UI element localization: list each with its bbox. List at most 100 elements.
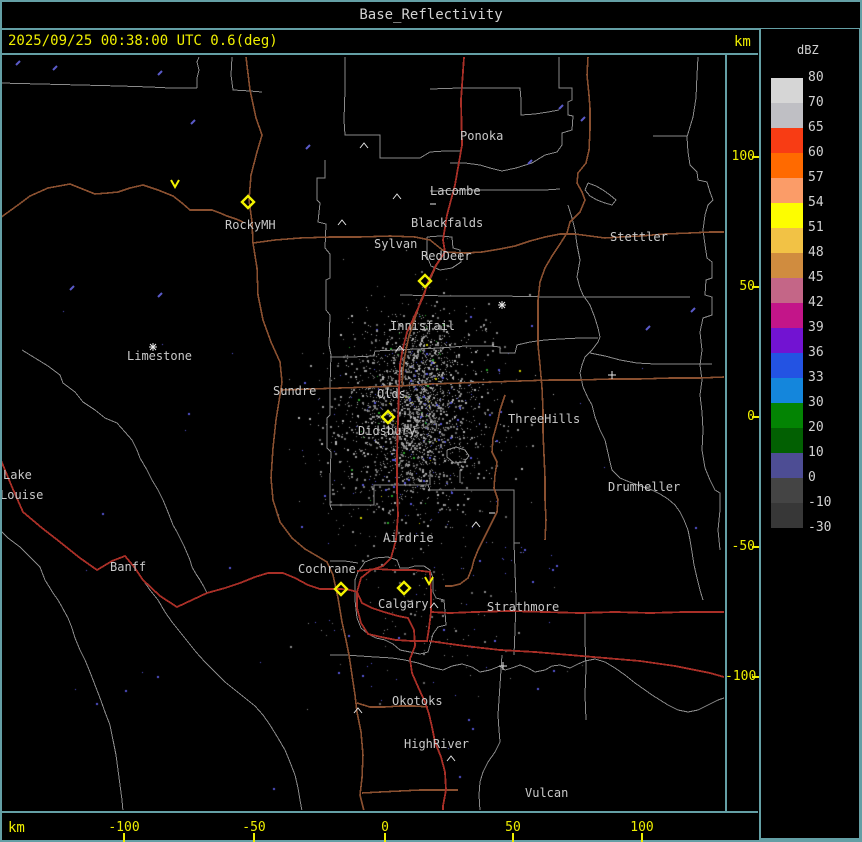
colorbar-label: 39 [808, 320, 824, 335]
colorbar-label: 42 [808, 295, 824, 310]
colorbar-title: dBZ [797, 43, 819, 57]
right-axis-tick-label: -100 [725, 669, 757, 684]
graticule-mark [157, 292, 163, 298]
colorbar-label: -10 [808, 495, 832, 510]
right-axis-tick-label: -50 [731, 539, 755, 554]
bottom-axis-tick [384, 833, 386, 842]
secondary-road-line [444, 231, 724, 254]
bottom-axis-tick [123, 833, 125, 842]
county-boundary-line [513, 542, 517, 656]
colorbar-block [771, 103, 803, 128]
graticule-mark [645, 325, 651, 331]
city-label-rockymh: RockyMH [225, 218, 276, 232]
city-label-sylvan: Sylvan [374, 237, 417, 251]
county-boundary-line [343, 57, 460, 159]
colorbar-block [771, 378, 803, 403]
colorbar-label: -30 [808, 520, 832, 535]
city-label-lacombe: Lacombe [430, 184, 481, 198]
city-label-ponoka: Ponoka [460, 129, 503, 143]
colorbar-block [771, 453, 803, 478]
wind-vee-marker [424, 576, 434, 587]
bottom-axis-unit-label: km [8, 820, 25, 836]
map-overlay: Ponoka Lacombe Blackfalds Sylvan RedDeer Stet… [2, 56, 724, 810]
colorbar-label: 0 [808, 470, 816, 485]
colorbar-block [771, 428, 803, 453]
timestamp-label: 2025/09/25 00:38:00 UTC 0.6(deg) [8, 33, 278, 49]
radar-site-diamond-marker[interactable] [380, 409, 396, 425]
city-label-airdrie: Airdrie [383, 531, 434, 545]
right-axis-tick-label: 50 [739, 279, 755, 294]
city-label-innisfail: Innisfail [390, 319, 455, 333]
right-axis-unit-label: km [734, 34, 751, 50]
secondary-road-line [2, 183, 244, 223]
city-label-olds: Olds [377, 387, 406, 401]
colorbar-label: 54 [808, 195, 824, 210]
highway-road-line [2, 460, 358, 609]
bottom-axis-tick [253, 833, 255, 842]
county-boundary-line [330, 654, 393, 659]
graticule-mark [690, 307, 696, 313]
colorbar-label: 30 [808, 395, 824, 410]
town-peak-marker [392, 193, 402, 200]
town-peak-marker [353, 707, 363, 714]
town-peak-marker [446, 755, 456, 762]
county-boundary-line [2, 82, 197, 89]
city-label-cochrane: Cochrane [298, 562, 356, 576]
graticule-mark [305, 144, 311, 150]
radar-site-diamond-marker[interactable] [240, 194, 256, 210]
colorbar-block [771, 228, 803, 253]
colorbar-label: 20 [808, 420, 824, 435]
radar-site-diamond-marker[interactable] [396, 580, 412, 596]
secondary-road-line [245, 56, 365, 810]
colorbar-block [771, 303, 803, 328]
county-boundary-line [589, 352, 712, 365]
city-label-vulcan: Vulcan [525, 786, 568, 800]
city-label-louise: Louise [2, 488, 43, 502]
city-label-didsbury: Didsbury [358, 424, 416, 438]
colorbar-block [771, 403, 803, 428]
colorbar-block [771, 253, 803, 278]
county-boundary-line [686, 56, 721, 551]
county-boundary-line [429, 87, 560, 116]
colorbar-block [771, 128, 803, 153]
wind-vee-marker [170, 179, 180, 190]
window-title: Base_Reflectivity [359, 7, 503, 23]
colorbar-label: 10 [808, 445, 824, 460]
city-label-lake: Lake [3, 468, 32, 482]
county-boundary-line [21, 349, 208, 594]
colorbar-label: 80 [808, 70, 824, 85]
colorbar-label: 45 [808, 270, 824, 285]
county-boundary-line [446, 446, 470, 464]
county-boundary-line [450, 57, 574, 172]
highway-road-line [428, 640, 724, 678]
map-border-right [725, 53, 727, 811]
town-peak-marker [499, 662, 507, 670]
title-bar[interactable]: Base_Reflectivity [0, 2, 862, 28]
title-divider [0, 28, 862, 30]
city-label-calgary: Calgary [378, 597, 429, 611]
county-boundary-line [142, 579, 303, 810]
city-label-limestone: Limestone [127, 349, 192, 363]
city-label-threehills: ThreeHills [508, 412, 580, 426]
county-boundary-line [196, 56, 200, 88]
county-boundary-line [316, 160, 333, 511]
secondary-road-line [537, 56, 591, 541]
colorbar-block [771, 178, 803, 203]
town-peak-marker [337, 219, 347, 226]
city-label-okotoks: Okotoks [392, 694, 443, 708]
colorbar-block [771, 203, 803, 228]
graticule-mark [558, 104, 564, 110]
colorbar-block [771, 503, 803, 528]
city-label-sundre: Sundre [273, 384, 316, 398]
colorbar-label: 48 [808, 245, 824, 260]
colorbar-block [771, 328, 803, 353]
county-boundary-line [2, 531, 124, 810]
radar-map[interactable]: Ponoka Lacombe Blackfalds Sylvan RedDeer Stet… [2, 55, 724, 810]
map-border-bottom [0, 811, 758, 813]
county-boundary-line [478, 654, 503, 810]
graticule-mark [69, 285, 75, 291]
graticule-mark [52, 65, 58, 71]
colorbar-label: 65 [808, 120, 824, 135]
secondary-road-line [361, 789, 458, 794]
colorbar-block [771, 278, 803, 303]
